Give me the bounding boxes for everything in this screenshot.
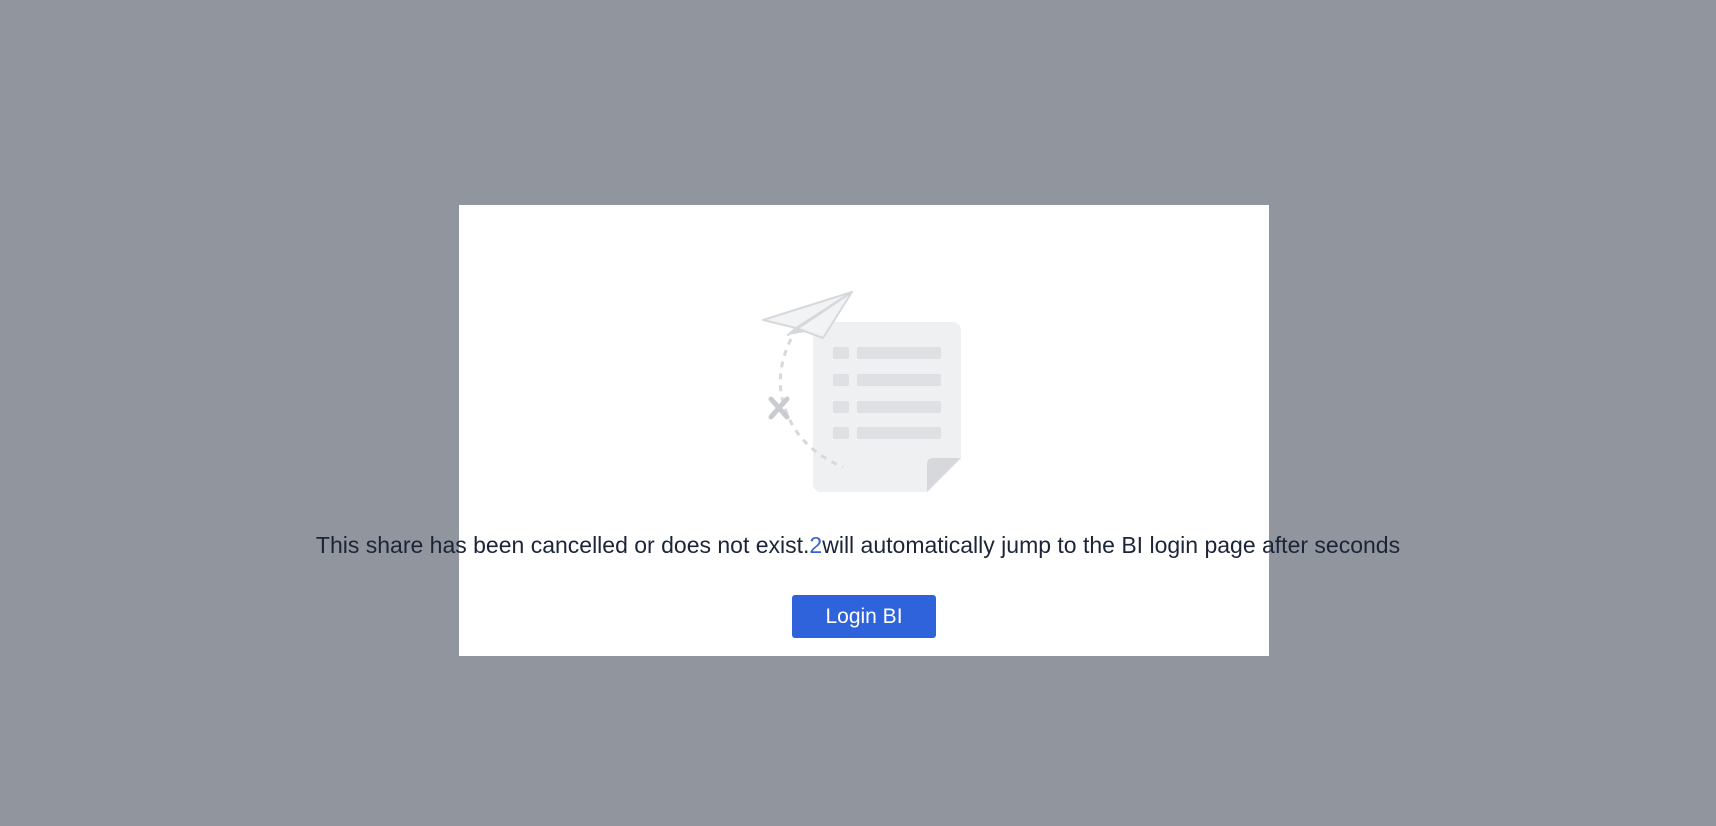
login-bi-button[interactable]: Login BI — [792, 595, 936, 638]
document-line — [833, 374, 849, 386]
message-text-after: will automatically jump to the BI login … — [822, 532, 1401, 558]
x-mark — [768, 396, 790, 420]
document-line — [833, 401, 849, 413]
countdown-seconds: 2 — [809, 532, 823, 558]
share-status-message: This share has been cancelled or does no… — [0, 530, 1716, 560]
document-line — [833, 427, 849, 439]
document-line — [833, 347, 849, 359]
message-text-before: This share has been cancelled or does no… — [315, 532, 810, 558]
paper-plane-document-empty-icon — [755, 287, 965, 497]
